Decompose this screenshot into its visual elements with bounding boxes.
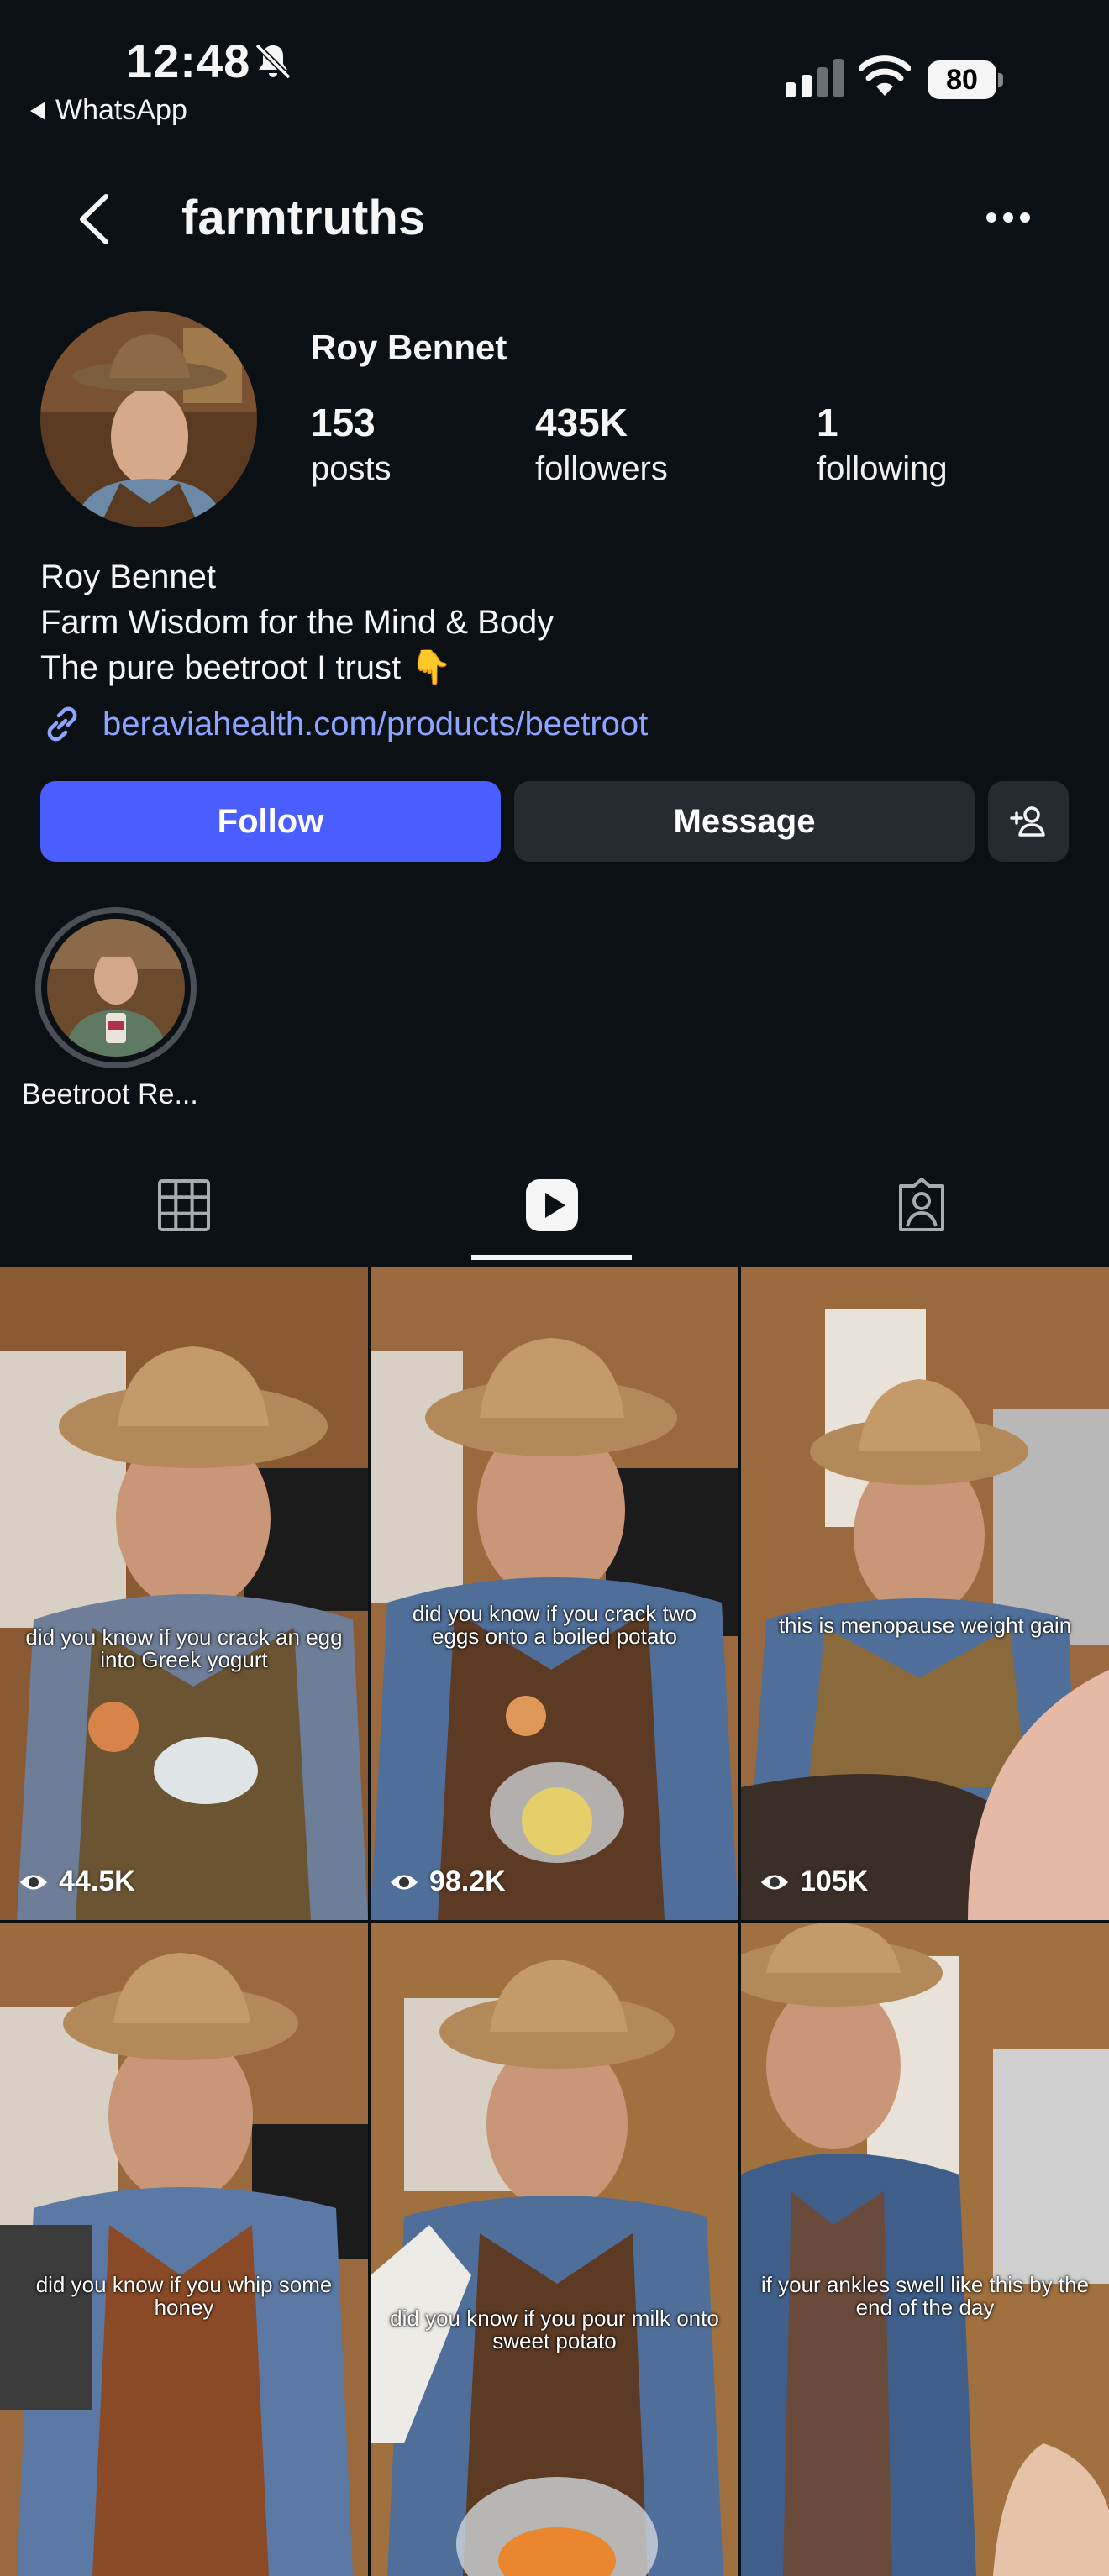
- reel-thumbnail: [741, 1267, 1109, 1920]
- reel-thumbnail: [0, 1267, 368, 1920]
- battery-icon: 80: [928, 60, 1003, 99]
- stat-following-value: 1: [817, 401, 838, 444]
- reel-view-count: 44.5K: [59, 1865, 135, 1897]
- reel-thumbnail: [0, 1923, 368, 2576]
- reel-caption: did you know if you crack an egg into Gr…: [25, 1624, 343, 1672]
- wifi-icon: [859, 55, 911, 96]
- profile-display-name: Roy Bennet: [311, 328, 507, 367]
- stat-posts[interactable]: 153 posts: [311, 400, 392, 492]
- stat-posts-value: 153: [311, 401, 376, 444]
- reel-caption: did you know if you pour milk onto sweet…: [390, 2306, 719, 2353]
- reels-grid: did you know if you crack an egg into Gr…: [0, 1267, 1109, 2576]
- profile-avatar[interactable]: [40, 311, 257, 527]
- tagged-icon[interactable]: [892, 1176, 951, 1235]
- reel-views: 98.2K: [389, 1865, 506, 1898]
- stat-followers[interactable]: 435K followers: [535, 400, 668, 492]
- reel-tile[interactable]: did you know if you crack two eggs onto …: [371, 1267, 738, 1920]
- eye-icon: [391, 1875, 418, 1889]
- stat-posts-label: posts: [311, 450, 392, 487]
- bio-line: The pure beetroot I trust 👇: [40, 649, 453, 686]
- bell-slash-icon: [255, 43, 292, 80]
- bio-line: Farm Wisdom for the Mind & Body: [40, 604, 554, 641]
- message-button[interactable]: Message: [514, 781, 975, 862]
- reel-thumbnail: [741, 1923, 1109, 2576]
- back-triangle-icon: [30, 101, 45, 120]
- eye-icon: [20, 1875, 47, 1889]
- reel-tile[interactable]: did you know if you pour milk onto sweet…: [371, 1923, 738, 2576]
- reel-caption: did you know if you crack two eggs onto …: [412, 1601, 697, 1649]
- follow-button[interactable]: Follow: [40, 781, 501, 862]
- reel-view-count: 105K: [800, 1865, 869, 1897]
- reel-views: 44.5K: [18, 1865, 135, 1898]
- highlight-label: Beetroot Re...: [22, 1078, 198, 1110]
- stat-followers-label: followers: [535, 450, 668, 487]
- reel-caption: if your ankles swell like this by the en…: [760, 2272, 1090, 2320]
- stat-following-label: following: [817, 450, 948, 487]
- battery-level: 80: [928, 60, 996, 99]
- stat-following[interactable]: 1 following: [817, 400, 948, 492]
- reel-thumbnail: [371, 1267, 738, 1920]
- reel-caption: did you know if you whip some honey: [35, 2272, 333, 2320]
- cellular-signal-icon: [786, 59, 844, 97]
- reel-thumbnail: [371, 1923, 738, 2576]
- back-chevron-icon[interactable]: [74, 191, 116, 247]
- reel-tile[interactable]: if your ankles swell like this by the en…: [741, 1923, 1109, 2576]
- profile-link-text[interactable]: beraviahealth.com/products/beetroot: [102, 706, 648, 743]
- profile-link[interactable]: beraviahealth.com/products/beetroot: [40, 702, 648, 746]
- back-to-app-link[interactable]: WhatsApp: [30, 94, 187, 127]
- reel-views: 105K: [759, 1865, 868, 1898]
- reel-tile[interactable]: did you know if you whip some honey: [0, 1923, 368, 2576]
- profile-username: farmtruths: [181, 191, 426, 245]
- highlight-thumbnail: [47, 919, 185, 1057]
- profile-bio: Roy Bennet Farm Wisdom for the Mind & Bo…: [40, 554, 554, 690]
- add-user-icon: [1010, 806, 1045, 837]
- grid-icon[interactable]: [155, 1176, 213, 1235]
- status-time: 12:48: [126, 34, 251, 87]
- link-icon: [47, 706, 77, 742]
- suggested-users-button[interactable]: [988, 781, 1069, 862]
- reel-caption: this is menopause weight gain: [778, 1613, 1072, 1638]
- bio-line: Roy Bennet: [40, 559, 217, 595]
- reel-tile[interactable]: did you know if you crack an egg into Gr…: [0, 1267, 368, 1920]
- eye-icon: [761, 1875, 788, 1889]
- active-tab-indicator: [471, 1255, 632, 1260]
- reel-view-count: 98.2K: [429, 1865, 506, 1897]
- stat-followers-value: 435K: [535, 401, 628, 444]
- reel-tile[interactable]: this is menopause weight gain 105K: [741, 1267, 1109, 1920]
- back-app-label: WhatsApp: [55, 94, 187, 126]
- more-options-icon[interactable]: [985, 207, 1032, 228]
- reels-icon[interactable]: [523, 1176, 581, 1235]
- story-highlight[interactable]: [35, 907, 197, 1068]
